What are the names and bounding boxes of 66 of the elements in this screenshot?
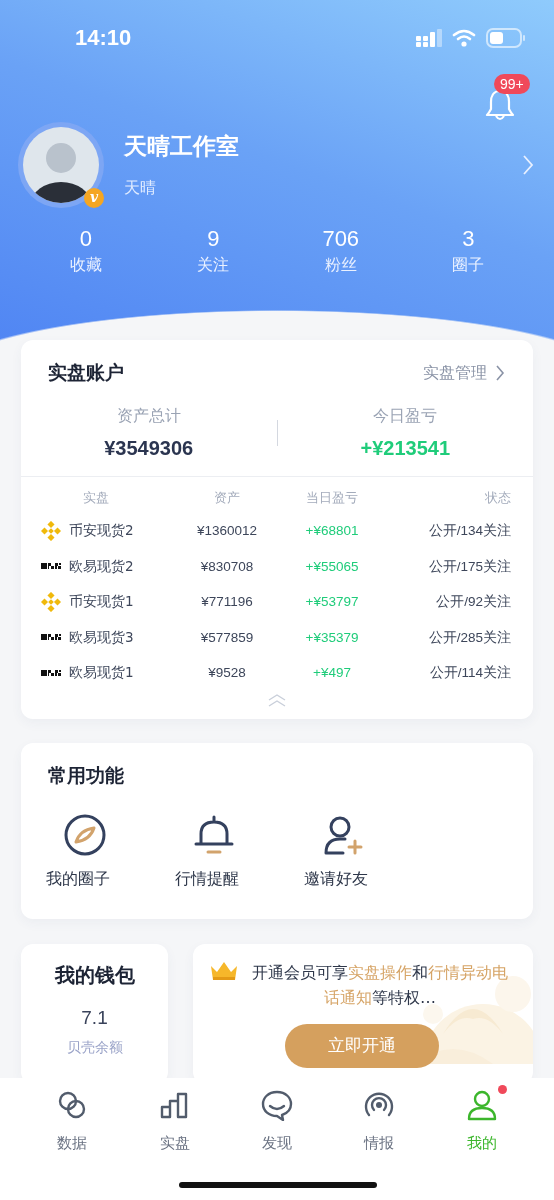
profile-name: 天晴工作室 — [124, 132, 240, 161]
profile-subtitle: 天晴 — [124, 178, 157, 199]
function-label[interactable]: 我的圈子 — [46, 868, 110, 890]
manage-link[interactable]: 实盘管理 — [423, 362, 487, 384]
account-name[interactable]: 币安现货2 — [69, 513, 134, 549]
wallet-title: 我的钱包 — [53, 961, 136, 989]
pixel-logo-icon — [41, 669, 61, 676]
tab[interactable]: 实盘 — [123, 1078, 226, 1169]
stat-value: 706 — [321, 226, 361, 252]
account-name[interactable]: 币安现货1 — [69, 584, 134, 620]
tab[interactable]: 情报 — [328, 1078, 431, 1169]
diamond-logo-icon — [41, 591, 61, 612]
table-cell-text: 公开/134关注 — [427, 522, 511, 540]
function-label[interactable]: 邀请好友 — [304, 868, 368, 890]
table-cell-text: +¥497 — [312, 664, 352, 682]
table-cell-text: ¥577859 — [199, 628, 255, 647]
tab[interactable]: 发现 — [225, 1078, 329, 1169]
summary-value: ¥3549306 — [103, 437, 195, 460]
table-cell-text: ¥830708 — [199, 557, 255, 576]
signal-icon — [416, 29, 442, 47]
summary-label: 今日盈亏 — [372, 406, 439, 427]
table-cell-text: +¥35379 — [304, 628, 360, 647]
table-cell-text: +¥68801 — [304, 522, 360, 540]
table-cell-text: 公开/92关注 — [435, 593, 511, 611]
status-time: 14:10 — [75, 25, 132, 51]
tab[interactable]: 我的 — [430, 1078, 534, 1169]
promo-text: 开通会员可享实盘操作和行情异动电话通知等特权… — [251, 961, 509, 1009]
table-cell-text: 公开/175关注 — [427, 557, 511, 576]
compass-icon[interactable] — [63, 812, 107, 857]
column-header: 状态 — [484, 489, 511, 507]
account-name[interactable]: 欧易现货2 — [69, 548, 134, 584]
table-cell-text: +¥53797 — [304, 593, 360, 611]
tab[interactable]: 数据 — [21, 1078, 124, 1169]
column-header: 资产 — [213, 489, 241, 507]
column-header: 实盘 — [82, 489, 110, 507]
person-icon — [465, 1089, 498, 1121]
wallet-balance: 7.1 — [80, 1006, 109, 1029]
section-title: 常用功能 — [48, 762, 125, 788]
battery-icon — [486, 28, 526, 48]
diamond-logo-icon — [41, 520, 61, 541]
function-label[interactable]: 行情提醒 — [175, 868, 239, 890]
summary-label: 资产总计 — [115, 406, 182, 427]
account-name[interactable]: 欧易现货1 — [69, 655, 134, 691]
stat-label[interactable]: 收藏 — [22, 255, 150, 276]
stat-value: 0 — [78, 226, 93, 252]
pixel-logo-icon — [41, 563, 61, 570]
chat-icon — [261, 1089, 293, 1121]
table-cell-text: +¥55065 — [304, 557, 360, 576]
wifi-icon — [452, 29, 476, 47]
pixel-logo-icon — [41, 634, 61, 641]
table-cell-text: 公开/285关注 — [427, 628, 511, 647]
stat-label[interactable]: 关注 — [149, 255, 277, 276]
stat-value: 3 — [461, 226, 476, 252]
chevron-right-icon[interactable] — [495, 364, 505, 382]
stat-value: 9 — [206, 226, 221, 252]
verified-badge: v — [84, 188, 104, 208]
table-cell-text: ¥1360012 — [195, 522, 259, 540]
table-cell-text: ¥9528 — [207, 664, 247, 682]
section-title: 实盘账户 — [48, 360, 124, 385]
column-header: 当日盈亏 — [305, 489, 359, 507]
table-cell-text: 公开/114关注 — [428, 664, 511, 682]
summary-value: +¥213541 — [359, 437, 451, 460]
wallet-label: 贝壳余额 — [65, 1038, 124, 1057]
table-cell-text: ¥771196 — [200, 593, 254, 611]
account-name[interactable]: 欧易现货3 — [69, 619, 134, 655]
notification-badge: 99+ — [494, 74, 530, 94]
